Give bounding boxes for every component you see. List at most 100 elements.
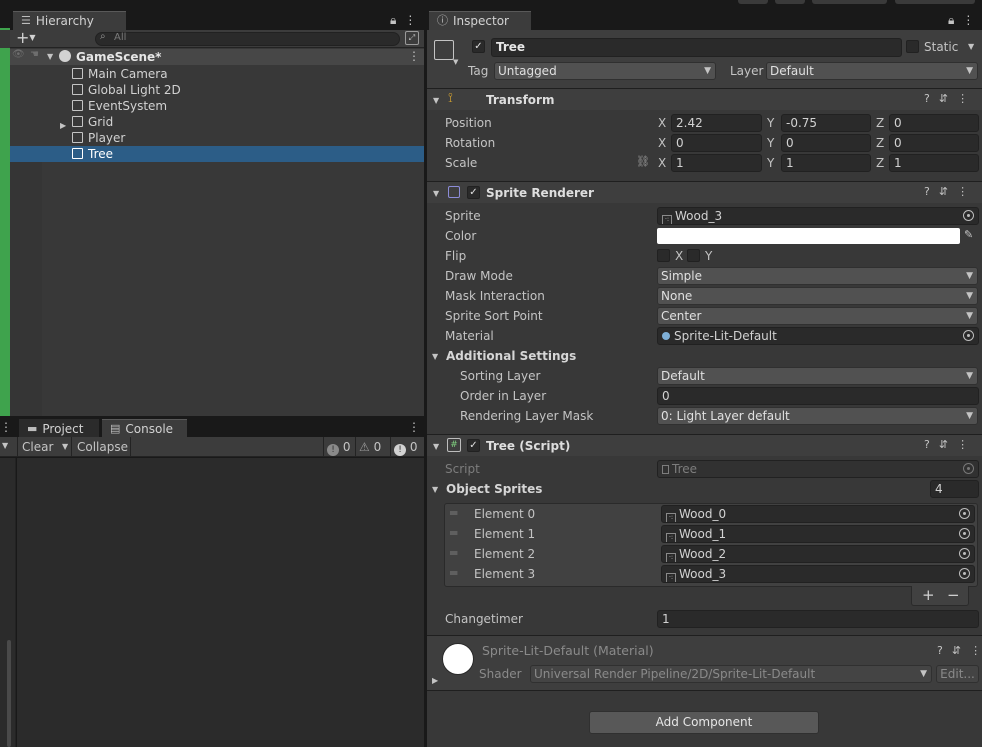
tree-script-enabled-checkbox[interactable]: ✓ [467,439,480,452]
expand-scene-arrow[interactable]: ▼ [47,52,53,61]
rotation-x-label[interactable]: X [658,136,666,150]
help-icon[interactable]: ? [924,185,930,198]
add-component-button[interactable]: Add Component [589,711,819,734]
add-button[interactable]: +▼ [16,28,36,47]
position-x-label[interactable]: X [658,116,666,130]
sprite-sort-point-dropdown[interactable]: Center ▼ [657,307,978,325]
scale-y-label[interactable]: Y [767,156,774,170]
drag-handle-icon[interactable]: ═ [450,526,457,540]
material-foldout-arrow[interactable]: ▶ [432,676,438,685]
lock-icon[interactable]: 🔒︎ [948,13,954,28]
tab-console[interactable]: ▤ Console [102,419,187,438]
console-left-dropdown[interactable]: ▼ [2,441,8,450]
visibility-eye-icon[interactable]: 👁︎ [12,49,25,60]
more-menu-icon[interactable]: ⋮ [962,13,974,28]
object-sprites-size-field[interactable]: 4 [930,480,979,498]
foldout-arrow-icon[interactable]: ▼ [433,189,439,198]
error-toggle[interactable]: ! 0 [390,437,424,457]
color-swatch[interactable] [657,228,960,244]
additional-settings-label[interactable]: Additional Settings [446,349,576,363]
flip-x-checkbox[interactable] [657,249,670,262]
element-object-field[interactable]: ·: Wood_1 [661,525,975,543]
mask-interaction-dropdown[interactable]: None ▼ [657,287,978,305]
layer-dropdown[interactable]: Default ▼ [766,62,978,80]
icon-dropdown-arrow[interactable]: ▼ [453,58,458,66]
order-in-layer-field[interactable]: 0 [657,387,979,405]
edit-shader-button[interactable]: Edit... [936,665,979,683]
drag-handle-icon[interactable]: ═ [450,506,457,520]
object-sprites-label[interactable]: Object Sprites [446,482,542,496]
rotation-z-label[interactable]: Z [876,136,884,150]
sprite-object-field[interactable]: ·: Wood_3 [657,207,979,225]
scale-x-field[interactable]: 1 [671,154,762,172]
hierarchy-item-global-light[interactable]: Global Light 2D [10,82,424,98]
rotation-y-label[interactable]: Y [767,136,774,150]
pickable-hand-icon[interactable]: ☚ [30,49,39,60]
transform-header[interactable]: ▼ ⟟ Transform ? ⇵ ⋮ [427,88,982,110]
active-checkbox[interactable]: ✓ [472,40,485,53]
more-menu-icon[interactable]: ⋮ [957,438,968,451]
list-element-row[interactable]: ═ Element 3 ·: Wood_3 [445,565,977,585]
console-scrollbar[interactable] [7,640,11,747]
object-sprites-foldout[interactable]: ▼ [432,485,438,494]
tag-dropdown[interactable]: Untagged ▼ [494,62,716,80]
more-menu-icon[interactable]: ⋮ [957,185,968,198]
element-object-field[interactable]: ·: Wood_0 [661,505,975,523]
collapse-button[interactable]: Collapse [73,437,131,457]
warning-toggle[interactable]: ⚠ 0 [355,437,388,457]
scene-menu-icon[interactable]: ⋮ [408,49,420,63]
position-z-label[interactable]: Z [876,116,884,130]
flip-y-checkbox[interactable] [687,249,700,262]
help-icon[interactable]: ? [937,644,943,657]
hierarchy-item-player[interactable]: Player [10,130,424,146]
list-element-row[interactable]: ═ Element 1 ·: Wood_1 [445,525,977,545]
foldout-arrow-icon[interactable]: ▼ [433,442,439,451]
info-toggle[interactable]: ! 0 [323,437,353,457]
hierarchy-item-main-camera[interactable]: Main Camera [10,66,424,82]
object-picker-icon[interactable] [963,210,974,221]
clear-button[interactable]: Clear ▼ [17,437,72,457]
hierarchy-item-eventsystem[interactable]: EventSystem [10,98,424,114]
presets-icon[interactable]: ⇵ [952,644,961,657]
add-element-button[interactable]: + [922,586,935,604]
changetimer-field[interactable]: 1 [657,610,979,628]
remove-element-button[interactable]: − [947,586,960,604]
static-checkbox[interactable] [906,40,919,53]
clear-options-arrow[interactable]: ▼ [62,437,68,457]
tree-script-header[interactable]: ▼ # ✓ Tree (Script) ? ⇵ ⋮ [427,434,982,456]
help-icon[interactable]: ? [924,92,930,105]
object-picker-icon[interactable] [959,548,970,559]
position-x-field[interactable]: 2.42 [671,114,762,132]
position-z-field[interactable]: 0 [889,114,979,132]
rotation-y-field[interactable]: 0 [781,134,871,152]
draw-mode-dropdown[interactable]: Simple ▼ [657,267,978,285]
element-object-field[interactable]: ·: Wood_2 [661,545,975,563]
foldout-arrow-icon[interactable]: ▼ [433,96,439,105]
object-picker-icon[interactable] [959,528,970,539]
element-object-field[interactable]: ·: Wood_3 [661,565,975,583]
scale-x-label[interactable]: X [658,156,666,170]
object-picker-icon[interactable] [963,330,974,341]
object-picker-icon[interactable] [959,508,970,519]
tab-project[interactable]: ▬ Project [19,419,99,438]
scale-z-field[interactable]: 1 [889,154,979,172]
rotation-x-field[interactable]: 0 [671,134,762,152]
eyedropper-icon[interactable]: ✎ [964,228,973,241]
scale-z-label[interactable]: Z [876,156,884,170]
help-icon[interactable]: ? [924,438,930,451]
object-name-field[interactable]: Tree [491,38,902,57]
rotation-z-field[interactable]: 0 [889,134,979,152]
scene-row[interactable]: 👁︎ ☚ ▼ GameScene* ⋮ [10,49,424,65]
presets-icon[interactable]: ⇵ [939,438,948,451]
shader-dropdown[interactable]: Universal Render Pipeline/2D/Sprite-Lit-… [530,665,932,683]
scale-y-field[interactable]: 1 [781,154,871,172]
lock-icon[interactable]: 🔒︎ [390,13,396,28]
object-picker-icon[interactable] [959,568,970,579]
list-element-row[interactable]: ═ Element 0 ·: Wood_0 [445,505,977,525]
material-object-field[interactable]: Sprite-Lit-Default [657,327,979,345]
presets-icon[interactable]: ⇵ [939,92,948,105]
static-dropdown-arrow[interactable]: ▼ [968,42,974,51]
sprite-renderer-enabled-checkbox[interactable]: ✓ [467,186,480,199]
position-y-field[interactable]: -0.75 [781,114,871,132]
hierarchy-search-input[interactable]: ⌕ All [95,31,400,46]
